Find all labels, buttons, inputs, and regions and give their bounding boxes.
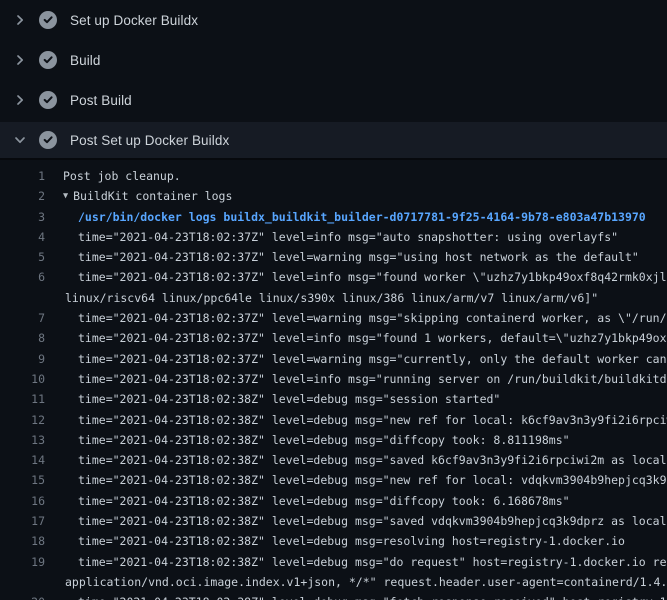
log-line: 6 time="2021-04-23T18:02:37Z" level=info … — [0, 267, 667, 287]
log-line: 20 time="2021-04-23T18:02:38Z" level=debu… — [0, 592, 667, 600]
log-line-text: time="2021-04-23T18:02:38Z" level=debug … — [78, 552, 667, 572]
step-title: Post Build — [70, 93, 132, 108]
chevron-right-icon[interactable] — [12, 12, 28, 28]
log-line-number[interactable]: 3 — [0, 207, 45, 227]
log-line-number[interactable]: 20 — [0, 592, 45, 600]
log-line: 13 time="2021-04-23T18:02:38Z" level=debu… — [0, 430, 667, 450]
step-header[interactable]: Set up Docker Buildx — [0, 0, 667, 40]
log-line: 1 Post job cleanup. — [0, 166, 667, 186]
log-line-text: time="2021-04-23T18:02:38Z" level=debug … — [78, 430, 570, 450]
log-line: 14 time="2021-04-23T18:02:38Z" level=debu… — [0, 450, 667, 470]
log-line: 4 time="2021-04-23T18:02:37Z" level=info … — [0, 227, 667, 247]
log-line-number[interactable]: 14 — [0, 450, 45, 470]
log-line: 8 time="2021-04-23T18:02:37Z" level=info … — [0, 328, 667, 348]
log-line-text: time="2021-04-23T18:02:38Z" level=debug … — [78, 470, 667, 490]
log-line-number[interactable]: 15 — [0, 470, 45, 490]
log-line-text: time="2021-04-23T18:02:37Z" level=info m… — [78, 369, 667, 389]
log-line-text: time="2021-04-23T18:02:38Z" level=debug … — [78, 410, 667, 430]
log-line-text: time="2021-04-23T18:02:37Z" level=warnin… — [78, 308, 667, 328]
check-circle-icon — [39, 91, 57, 109]
log-line-number[interactable]: 12 — [0, 410, 45, 430]
chevron-down-icon[interactable] — [12, 132, 28, 148]
log-line-text: time="2021-04-23T18:02:37Z" level=warnin… — [78, 247, 639, 267]
log-line-text[interactable]: BuildKit container logs — [73, 186, 232, 206]
log-line: 17 time="2021-04-23T18:02:38Z" level=debu… — [0, 511, 667, 531]
step-header[interactable]: Build — [0, 40, 667, 80]
log-line-number[interactable]: 4 — [0, 227, 45, 247]
log-line-number[interactable]: 6 — [0, 267, 45, 287]
collapse-toggle-icon[interactable]: ▼ — [63, 186, 68, 206]
step-header[interactable]: Post Build — [0, 80, 667, 120]
log-line-text: time="2021-04-23T18:02:38Z" level=debug … — [78, 389, 500, 409]
log-line-number[interactable]: 16 — [0, 491, 45, 511]
log-line-number[interactable]: 5 — [0, 247, 45, 267]
step-title: Set up Docker Buildx — [70, 13, 198, 28]
log-line-number[interactable]: 1 — [0, 166, 45, 186]
log-line-text: time="2021-04-23T18:02:38Z" level=debug … — [78, 450, 667, 470]
log-line-number[interactable]: 8 — [0, 328, 45, 348]
log-line-number — [0, 288, 45, 308]
log-line-number[interactable]: 19 — [0, 552, 45, 572]
log-line: 18 time="2021-04-23T18:02:38Z" level=debu… — [0, 531, 667, 551]
log-line: 3/usr/bin/docker logs buildx_buildkit_bu… — [0, 207, 667, 227]
chevron-right-icon[interactable] — [12, 52, 28, 68]
step-title: Build — [70, 53, 101, 68]
log-line-number[interactable]: 18 — [0, 531, 45, 551]
chevron-right-icon[interactable] — [12, 92, 28, 108]
check-circle-icon — [39, 11, 57, 29]
log-line-text: time="2021-04-23T18:02:37Z" level=info m… — [78, 267, 667, 287]
log-line: 16 time="2021-04-23T18:02:38Z" level=debu… — [0, 491, 667, 511]
log-line-text: time="2021-04-23T18:02:38Z" level=debug … — [78, 491, 570, 511]
log-line-number[interactable]: 10 — [0, 369, 45, 389]
log-line: 19 time="2021-04-23T18:02:38Z" level=debu… — [0, 552, 667, 572]
log-line: 15 time="2021-04-23T18:02:38Z" level=debu… — [0, 470, 667, 490]
check-circle-icon — [39, 51, 57, 69]
log-area: 1 Post job cleanup. 2 ▼BuildKit container l… — [0, 160, 667, 600]
log-line-number — [0, 572, 45, 592]
check-circle-icon — [39, 131, 57, 149]
log-line: 12 time="2021-04-23T18:02:38Z" level=debu… — [0, 410, 667, 430]
log-line: application/vnd.oci.image.index.v1+json,… — [0, 572, 667, 592]
log-line: 7 time="2021-04-23T18:02:37Z" level=warni… — [0, 308, 667, 328]
log-line: 11 time="2021-04-23T18:02:38Z" level=debu… — [0, 389, 667, 409]
log-line: 9 time="2021-04-23T18:02:37Z" level=warni… — [0, 349, 667, 369]
log-command-text: /usr/bin/docker logs buildx_buildkit_bui… — [78, 207, 646, 227]
log-line-number[interactable]: 13 — [0, 430, 45, 450]
log-line-text: time="2021-04-23T18:02:38Z" level=debug … — [78, 592, 667, 600]
log-line-text: time="2021-04-23T18:02:37Z" level=warnin… — [78, 349, 667, 369]
log-line: linux/riscv64 linux/ppc64le linux/s390x … — [0, 288, 667, 308]
log-line-number[interactable]: 17 — [0, 511, 45, 531]
log-line-number[interactable]: 9 — [0, 349, 45, 369]
step-title: Post Set up Docker Buildx — [70, 133, 229, 148]
log-line-text: application/vnd.oci.image.index.v1+json,… — [65, 572, 667, 592]
log-line-text: linux/riscv64 linux/ppc64le linux/s390x … — [65, 288, 598, 308]
actions-log-panel: Set up Docker Buildx Build Post Build Post … — [0, 0, 667, 600]
log-line-number[interactable]: 11 — [0, 389, 45, 409]
log-line-number[interactable]: 2 — [0, 186, 45, 206]
step-list: Set up Docker Buildx Build Post Build Post … — [0, 0, 667, 160]
log-line: 10 time="2021-04-23T18:02:37Z" level=info… — [0, 369, 667, 389]
log-line-text: Post job cleanup. — [63, 166, 181, 186]
log-line: 5 time="2021-04-23T18:02:37Z" level=warni… — [0, 247, 667, 267]
step-header[interactable]: Post Set up Docker Buildx — [0, 122, 667, 160]
log-line-text: time="2021-04-23T18:02:38Z" level=debug … — [78, 531, 625, 551]
log-line-text: time="2021-04-23T18:02:38Z" level=debug … — [78, 511, 667, 531]
log-line-text: time="2021-04-23T18:02:37Z" level=info m… — [78, 227, 618, 247]
log-line: 2 ▼BuildKit container logs — [0, 186, 667, 206]
log-line-number[interactable]: 7 — [0, 308, 45, 328]
log-line-text: time="2021-04-23T18:02:37Z" level=info m… — [78, 328, 667, 348]
